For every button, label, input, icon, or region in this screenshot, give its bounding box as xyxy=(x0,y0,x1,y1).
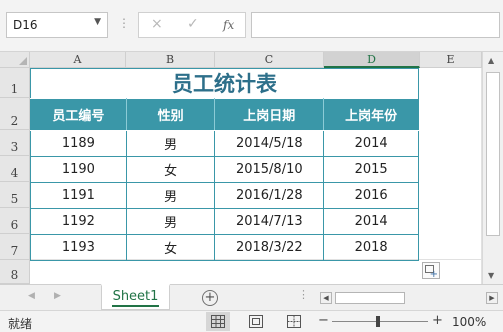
zoom-slider-thumb[interactable] xyxy=(376,316,380,327)
column-header-c[interactable]: C xyxy=(215,52,324,68)
row-header-5[interactable]: 5 xyxy=(0,182,30,208)
formula-input[interactable] xyxy=(251,12,500,38)
table-row: 1192 男 2014/7/13 2014 xyxy=(30,208,419,235)
horizontal-scrollbar[interactable]: ◀ ▶ xyxy=(318,290,500,306)
row-header-2[interactable]: 2 xyxy=(0,98,30,130)
formula-buttons: × ✓ fx xyxy=(138,12,246,38)
cell[interactable]: 2018 xyxy=(323,234,419,261)
scroll-thumb[interactable] xyxy=(486,72,500,236)
column-header-e[interactable]: E xyxy=(420,52,482,68)
row-header-8[interactable]: 8 xyxy=(0,260,30,284)
zoom-slider[interactable] xyxy=(332,321,428,322)
tab-scroll-right-icon[interactable]: ▶ xyxy=(54,291,61,301)
column-header-a[interactable]: A xyxy=(30,52,126,68)
sheet-tab-bar: ◀ ▶ Sheet1 + ⋮ ◀ ▶ xyxy=(0,284,503,310)
row-header-7[interactable]: 7 xyxy=(0,234,30,260)
zoom-in-button[interactable]: + xyxy=(432,313,443,328)
scroll-left-icon[interactable]: ◀ xyxy=(320,292,332,304)
table-header-row: 员工编号 性别 上岗日期 上岗年份 xyxy=(30,98,419,131)
cell[interactable]: 2015 xyxy=(323,156,419,183)
enter-icon[interactable]: ✓ xyxy=(187,16,199,32)
add-sheet-icon[interactable]: + xyxy=(202,290,218,306)
zoom-out-button[interactable]: − xyxy=(318,313,329,328)
cell[interactable]: 1190 xyxy=(30,156,127,183)
vertical-scrollbar[interactable]: ▲ ▼ xyxy=(482,52,503,284)
cancel-icon[interactable]: × xyxy=(151,16,163,32)
cell[interactable]: 1191 xyxy=(30,182,127,209)
quick-analysis-icon[interactable] xyxy=(422,262,440,280)
header-cell[interactable]: 上岗年份 xyxy=(323,98,419,131)
row-header-4[interactable]: 4 xyxy=(0,156,30,182)
name-box[interactable]: D16 ▼ xyxy=(6,12,108,38)
table-row: 1189 男 2014/5/18 2014 xyxy=(30,130,419,157)
column-header-d[interactable]: D xyxy=(324,52,420,68)
cell[interactable]: 2014 xyxy=(323,208,419,235)
row-header-3[interactable]: 3 xyxy=(0,130,30,156)
insert-function-icon[interactable]: fx xyxy=(223,18,234,32)
horizontal-scroll-thumb[interactable] xyxy=(335,292,405,304)
row-header-1[interactable]: 1 xyxy=(0,68,30,98)
normal-view-icon[interactable] xyxy=(206,312,230,331)
cell[interactable]: 女 xyxy=(125,156,216,183)
formula-bar-separator: ⋮ xyxy=(118,16,130,30)
select-all-corner[interactable] xyxy=(0,52,30,68)
scroll-right-icon[interactable]: ▶ xyxy=(486,292,498,304)
cell[interactable]: 2016/1/28 xyxy=(214,182,325,209)
sheet-title-cell[interactable]: 员工统计表 xyxy=(30,68,419,98)
table-row: 1190 女 2015/8/10 2015 xyxy=(30,156,419,183)
cell[interactable]: 男 xyxy=(125,208,216,235)
status-ready-text: 就绪 xyxy=(8,317,33,331)
tab-scroll-left-icon[interactable]: ◀ xyxy=(28,291,35,301)
name-box-value: D16 xyxy=(13,18,38,32)
page-layout-icon[interactable] xyxy=(244,312,268,331)
cell[interactable]: 1193 xyxy=(30,234,127,261)
cell[interactable]: 男 xyxy=(125,130,216,157)
page-break-preview-icon[interactable] xyxy=(282,312,306,331)
row-header-6[interactable]: 6 xyxy=(0,208,30,234)
cell[interactable]: 2016 xyxy=(323,182,419,209)
scroll-down-icon[interactable]: ▼ xyxy=(488,271,494,280)
cell[interactable]: 女 xyxy=(125,234,216,261)
formula-bar: D16 ▼ ⋮ × ✓ fx xyxy=(0,0,503,52)
cell[interactable]: 2014/5/18 xyxy=(214,130,325,157)
employee-table: 员工编号 性别 上岗日期 上岗年份 1189 男 2014/5/18 2014 … xyxy=(30,98,419,261)
zoom-level[interactable]: 100% xyxy=(452,315,486,329)
cell[interactable]: 男 xyxy=(125,182,216,209)
sheet-tab-sheet1[interactable]: Sheet1 xyxy=(101,284,170,310)
tab-split-handle[interactable]: ⋮ xyxy=(298,288,309,301)
header-cell[interactable]: 性别 xyxy=(125,98,216,131)
cell[interactable]: 2014 xyxy=(323,130,419,157)
cell[interactable]: 2015/8/10 xyxy=(214,156,325,183)
header-cell[interactable]: 员工编号 xyxy=(30,98,127,131)
chevron-down-icon[interactable]: ▼ xyxy=(94,17,101,27)
status-bar: 就绪 − + 100% xyxy=(0,310,503,332)
cell[interactable]: 2018/3/22 xyxy=(214,234,325,261)
cell[interactable]: 1189 xyxy=(30,130,127,157)
cell[interactable]: 2014/7/13 xyxy=(214,208,325,235)
cell[interactable]: 1192 xyxy=(30,208,127,235)
column-header-b[interactable]: B xyxy=(126,52,215,68)
table-row: 1193 女 2018/3/22 2018 xyxy=(30,234,419,261)
header-cell[interactable]: 上岗日期 xyxy=(214,98,325,131)
scroll-up-icon[interactable]: ▲ xyxy=(488,56,494,65)
table-row: 1191 男 2016/1/28 2016 xyxy=(30,182,419,209)
